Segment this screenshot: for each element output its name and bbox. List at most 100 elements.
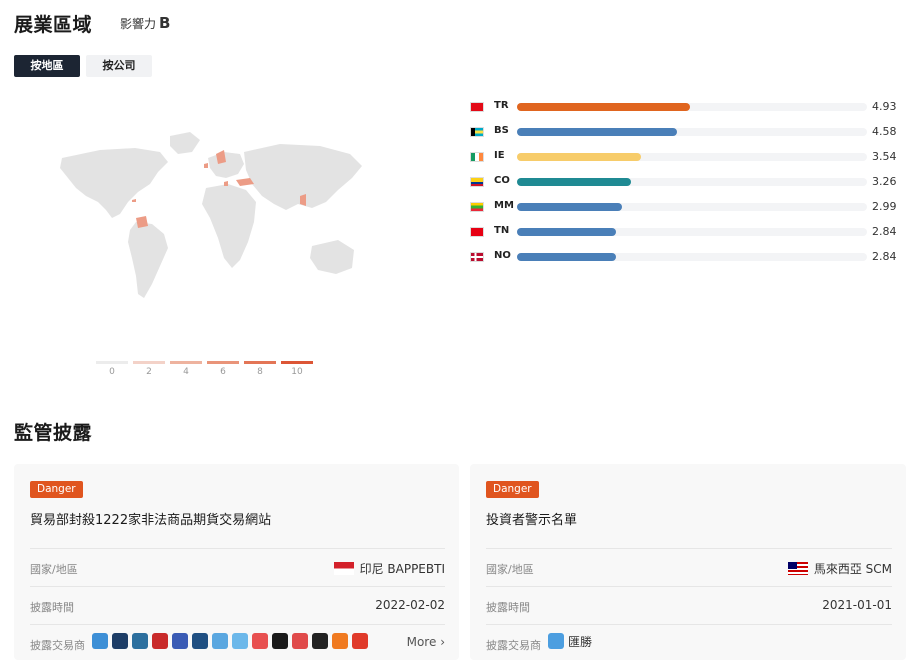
bar <box>517 153 641 161</box>
bahamas-highlight <box>132 199 136 202</box>
bar-track <box>517 178 867 186</box>
bar-track <box>517 253 867 261</box>
legend-swatch <box>207 361 239 364</box>
broker-label: 披露交易商 <box>486 639 541 652</box>
country-code: BS <box>494 125 509 136</box>
tab-by-company[interactable]: 按公司 <box>86 55 152 77</box>
broker-link[interactable]: 匯勝 <box>548 633 592 650</box>
bar-value-label: 4.58 <box>872 125 897 138</box>
broker-label: 披露交易商 <box>30 639 85 652</box>
time-row: 披露時間 2022-02-02 <box>30 586 445 626</box>
bar <box>517 178 632 186</box>
broker-logo-icon[interactable] <box>132 633 148 649</box>
bs-flag-icon <box>470 127 484 137</box>
bar-value-label: 3.26 <box>872 175 897 188</box>
bar-row: CO 3.26 <box>470 173 900 193</box>
bar <box>517 128 678 136</box>
influence-label: 影響力 <box>120 17 157 31</box>
map-legend: 0 2 4 6 8 10 <box>96 361 316 385</box>
legend-swatch <box>96 361 128 364</box>
broker-logo-icon[interactable] <box>232 633 248 649</box>
card-title[interactable]: 貿易部封殺1222家非法商品期貨交易網站 <box>30 509 271 528</box>
no-flag-icon <box>470 252 484 262</box>
broker-logo-icon[interactable] <box>292 633 308 649</box>
bar-track <box>517 153 867 161</box>
bar-value-label: 4.93 <box>872 100 897 113</box>
danger-badge: Danger <box>486 481 539 498</box>
world-map <box>60 132 362 298</box>
broker-logo-icon[interactable] <box>212 633 228 649</box>
card-title[interactable]: 投資者警示名單 <box>486 509 577 528</box>
broker-logo-icon[interactable] <box>112 633 128 649</box>
region-row: 國家/地區 馬來西亞 SCM <box>486 548 892 588</box>
chevron-right-icon: › <box>440 635 445 649</box>
broker-logo-icon[interactable] <box>92 633 108 649</box>
danger-badge: Danger <box>30 481 83 498</box>
europe-shape <box>208 152 244 178</box>
broker-logo-icon[interactable] <box>152 633 168 649</box>
legend-label: 2 <box>146 367 152 377</box>
legend-label: 6 <box>220 367 226 377</box>
broker-row: 披露交易商 More › <box>30 624 445 660</box>
myanmar-highlight <box>300 194 306 206</box>
africa-shape <box>202 184 256 268</box>
ie-flag-icon <box>470 152 484 162</box>
region-label: 國家/地區 <box>486 563 534 576</box>
region-value-text: 印尼 BAPPEBTI <box>359 562 445 576</box>
legend-label: 10 <box>291 367 303 377</box>
legend-swatch <box>170 361 202 364</box>
more-link[interactable]: More › <box>407 635 445 649</box>
bar-value-label: 2.84 <box>872 250 897 263</box>
legend-label: 0 <box>109 367 115 377</box>
bar-value-label: 3.54 <box>872 150 897 163</box>
legend-label: 4 <box>183 367 189 377</box>
broker-logo-icon[interactable] <box>332 633 348 649</box>
broker-logo-icon <box>548 633 564 649</box>
broker-logo-icon[interactable] <box>312 633 328 649</box>
time-label: 披露時間 <box>486 601 530 614</box>
bar-track <box>517 128 867 136</box>
bar-row: MM 2.99 <box>470 198 900 218</box>
bar <box>517 103 690 111</box>
time-label: 披露時間 <box>30 601 74 614</box>
mm-flag-icon <box>470 202 484 212</box>
country-code: TR <box>494 100 509 111</box>
tr-flag-icon <box>470 102 484 112</box>
co-flag-icon <box>470 177 484 187</box>
disclosure-card[interactable]: Danger 投資者警示名單 國家/地區 馬來西亞 SCM 披露時間 2021-… <box>470 464 906 660</box>
australia-shape <box>310 240 354 274</box>
region-label: 國家/地區 <box>30 563 78 576</box>
tab-by-region[interactable]: 按地區 <box>14 55 80 77</box>
bar-value-label: 2.99 <box>872 200 897 213</box>
country-code: TN <box>494 225 510 236</box>
time-value: 2022-02-02 <box>375 598 445 612</box>
bar-track <box>517 103 867 111</box>
bar-row: IE 3.54 <box>470 148 900 168</box>
ireland-highlight <box>204 163 208 168</box>
legend-swatch <box>244 361 276 364</box>
broker-row: 披露交易商 匯勝 <box>486 624 892 660</box>
section-title-exhibition: 展業區域 <box>14 14 93 36</box>
bar-row: TR 4.93 <box>470 98 900 118</box>
bar-track <box>517 228 867 236</box>
region-value: 印尼 BAPPEBTI <box>333 560 445 577</box>
bar-row: NO 2.84 <box>470 248 900 268</box>
legend-swatch <box>281 361 313 364</box>
country-code: MM <box>494 200 514 211</box>
indonesia-flag-icon <box>333 562 354 575</box>
bar-track <box>517 203 867 211</box>
malaysia-flag-icon <box>787 562 808 575</box>
country-code: NO <box>494 250 511 261</box>
bar <box>517 203 622 211</box>
influence-grade: B <box>159 14 171 32</box>
bar-row: BS 4.58 <box>470 123 900 143</box>
broker-logo-icon[interactable] <box>192 633 208 649</box>
bar-value-label: 2.84 <box>872 225 897 238</box>
disclosure-card[interactable]: Danger 貿易部封殺1222家非法商品期貨交易網站 國家/地區 印尼 BAP… <box>14 464 459 660</box>
country-code: IE <box>494 150 505 161</box>
broker-logo-icon[interactable] <box>252 633 268 649</box>
broker-logo-icon[interactable] <box>172 633 188 649</box>
influence-indicator: 影響力 B <box>120 14 170 32</box>
broker-logo-icon[interactable] <box>272 633 288 649</box>
broker-logo-icon[interactable] <box>352 633 368 649</box>
